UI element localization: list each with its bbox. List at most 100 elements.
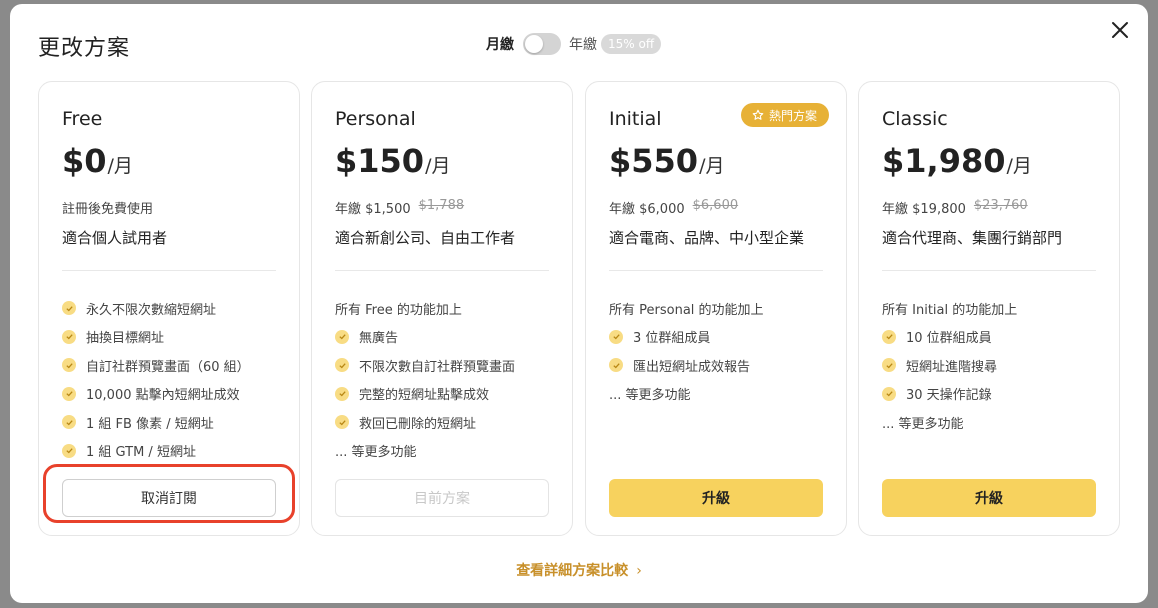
feature-item: 1 組 FB 像素 / 短網址 [62,408,250,437]
original-price: $1,788 [418,198,465,213]
check-icon [62,415,76,430]
compare-link-label: 查看詳細方案比較 [516,563,629,579]
check-icon [335,358,349,373]
check-icon [62,358,76,373]
feature-text: 10,000 點擊內短網址成效 [86,388,240,404]
check-icon [882,358,896,373]
feature-text: 匯出短網址成效報告 [633,359,751,375]
feature-item: 短網址進階搜尋 [882,351,1017,380]
billing-toggle[interactable] [523,33,561,55]
plan-name: Classic [882,108,948,130]
feature-text: 抽換目標網址 [86,331,165,347]
divider [882,270,1096,271]
feature-more: ... 等更多功能 [609,388,691,404]
feature-list: 所有 Initial 的功能加上 10 位群組成員 短網址進階搜尋 30 天操作… [882,294,1017,437]
feature-text: 永久不限次數縮短網址 [86,302,217,318]
feature-list: 永久不限次數縮短網址 抽換目標網址 自訂社群預覽畫面（60 組） 10,000 … [62,294,250,465]
price-period: /月 [107,155,133,177]
monthly-label[interactable]: 月繳 [486,34,514,54]
feature-intro: 所有 Personal 的功能加上 [609,302,764,318]
check-icon [62,329,76,344]
check-icon [882,386,896,401]
feature-text: 自訂社群預覽畫面（60 組） [86,359,250,375]
billing-cycle-switch: 月繳 年繳 15% off [486,32,662,56]
change-plan-modal: 更改方案 月繳 年繳 15% off Free $0 /月 註冊後免費使用 適合… [10,4,1148,603]
feature-text: 無廣告 [359,331,399,347]
original-price: $6,600 [692,198,739,213]
feature-item: 3 位群組成員 [609,323,764,352]
check-icon [62,386,76,401]
plan-card-classic: Classic $1,980 /月 年繳 $19,800 $23,760 適合代… [858,81,1120,536]
upgrade-button[interactable]: 升級 [882,479,1096,517]
feature-text: 3 位群組成員 [633,331,711,347]
sub-text: 註冊後免費使用 [62,202,154,217]
feature-item: 10 位群組成員 [882,323,1017,352]
plan-subtext: 年繳 $1,500 $1,788 [335,198,464,217]
feature-item: 1 組 GTM / 短網址 [62,437,250,466]
discount-badge: 15% off [601,34,662,54]
feature-item: 抽換目標網址 [62,323,250,352]
feature-item: 自訂社群預覽畫面（60 組） [62,351,250,380]
yearly-label[interactable]: 年繳 [569,34,597,54]
chevron-right-icon: › [636,563,642,579]
feature-item: 30 天操作記錄 [882,380,1017,409]
plan-name: Initial [609,108,662,130]
feature-text: 30 天操作記錄 [906,388,992,404]
plan-target: 適合代理商、集團行銷部門 [882,229,1063,247]
feature-list: 所有 Personal 的功能加上 3 位群組成員 匯出短網址成效報告 ... … [609,294,764,408]
plan-price: $550 /月 [609,142,724,180]
feature-item: 無廣告 [335,323,515,352]
upgrade-button[interactable]: 升級 [609,479,823,517]
plan-subtext: 註冊後免費使用 [62,198,153,217]
plan-price: $150 /月 [335,142,450,180]
feature-item: 完整的短網址點擊成效 [335,380,515,409]
annual-price: 年繳 $1,500 [335,202,411,217]
cancel-subscription-button[interactable]: 取消訂閱 [62,479,276,517]
price-period: /月 [425,155,451,177]
price-amount: $1,980 [882,142,1006,180]
original-price: $23,760 [973,198,1028,213]
feature-text: 不限次數自訂社群預覽畫面 [359,359,516,375]
feature-more: ... 等更多功能 [335,445,417,461]
plan-card-free: Free $0 /月 註冊後免費使用 適合個人試用者 永久不限次數縮短網址 抽換… [38,81,300,536]
check-icon [609,358,623,373]
feature-intro: 所有 Free 的功能加上 [335,302,462,318]
feature-item: 不限次數自訂社群預覽畫面 [335,351,515,380]
price-amount: $150 [335,142,425,180]
price-amount: $550 [609,142,699,180]
feature-text: 救回已刪除的短網址 [359,416,477,432]
feature-item: 救回已刪除的短網址 [335,408,515,437]
check-icon [62,301,76,316]
feature-intro: 所有 Initial 的功能加上 [882,302,1018,318]
check-icon [609,329,623,344]
current-plan-button: 目前方案 [335,479,549,517]
feature-text: 10 位群組成員 [906,331,992,347]
check-icon [62,443,76,458]
check-icon [335,415,349,430]
price-amount: $0 [62,142,107,180]
price-period: /月 [1006,155,1032,177]
plan-price: $0 /月 [62,142,133,180]
divider [62,270,276,271]
check-icon [335,329,349,344]
check-icon [882,329,896,344]
badge-label: 熱門方案 [768,108,817,123]
plan-target: 適合電商、品牌、中小型企業 [609,229,805,247]
compare-plans-link[interactable]: 查看詳細方案比較 › [10,560,1148,580]
feature-list: 所有 Free 的功能加上 無廣告 不限次數自訂社群預覽畫面 完整的短網址點擊成… [335,294,515,465]
check-icon [335,386,349,401]
annual-price: 年繳 $6,000 [609,202,685,217]
close-button[interactable] [1108,18,1132,42]
feature-more: ... 等更多功能 [882,416,964,432]
plan-name: Free [62,108,103,130]
feature-text: 完整的短網址點擊成效 [359,388,490,404]
plan-card-initial: Initial 熱門方案 $550 /月 年繳 $6,000 $6,600 適合… [585,81,847,536]
feature-text: 1 組 GTM / 短網址 [86,445,196,461]
plan-target: 適合新創公司、自由工作者 [335,229,516,247]
feature-text: 1 組 FB 像素 / 短網址 [86,416,214,432]
close-icon [1112,22,1128,38]
plan-price: $1,980 /月 [882,142,1032,180]
feature-item: 匯出短網址成效報告 [609,351,764,380]
feature-item: 永久不限次數縮短網址 [62,294,250,323]
star-icon [752,109,764,120]
